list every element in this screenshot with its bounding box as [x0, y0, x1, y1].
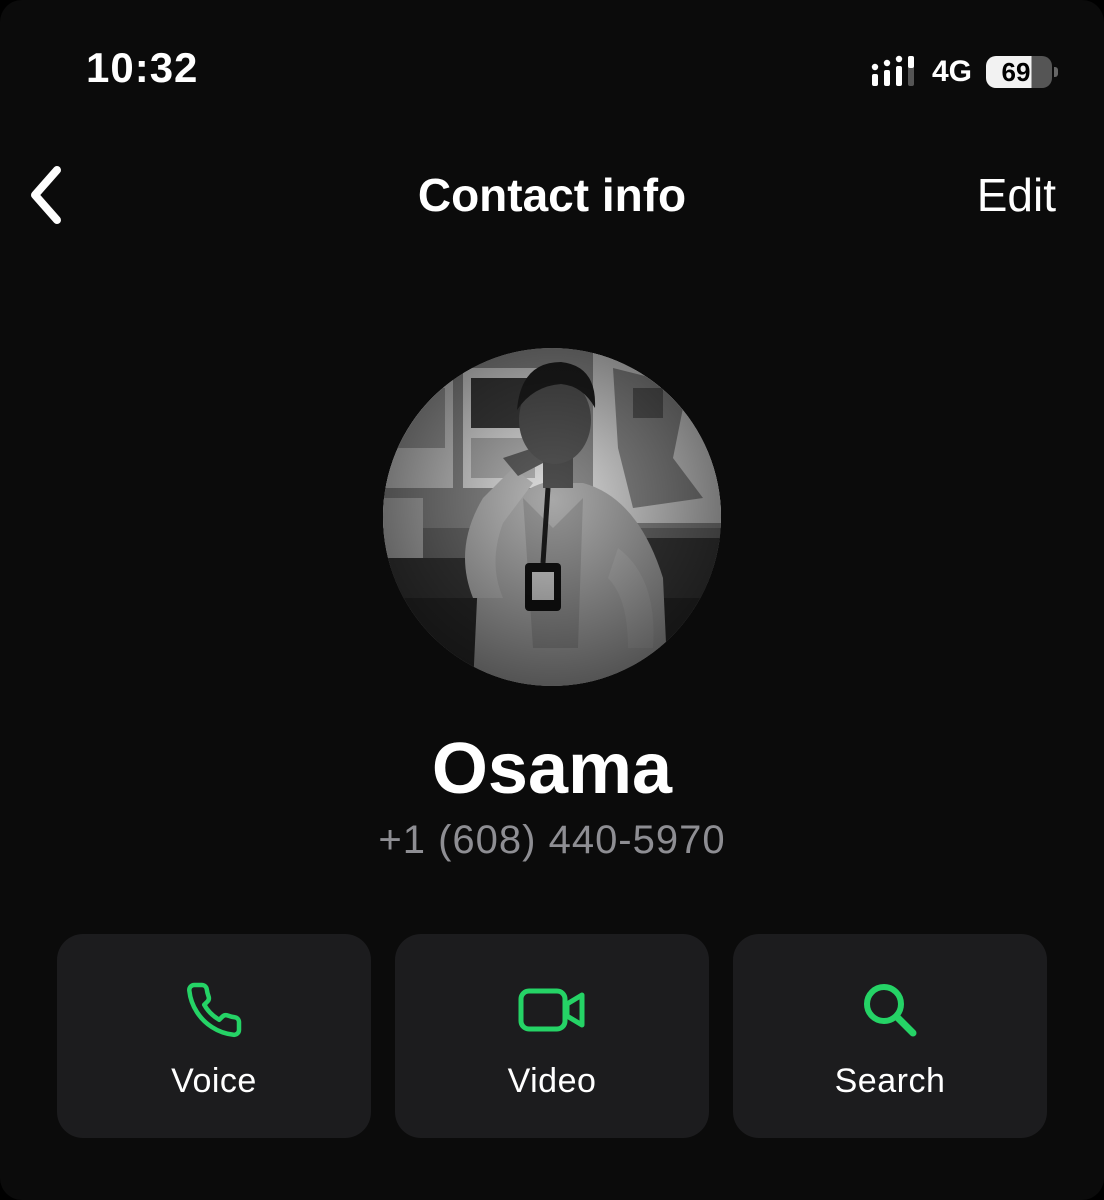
contact-info-screen: 10:32 4G 69 Contact info Edit Osama +1 (…: [0, 0, 1104, 1200]
quick-actions: Voice Video Search: [57, 934, 1047, 1138]
cellular-signal-icon: [871, 55, 914, 86]
edit-button[interactable]: Edit: [977, 168, 1056, 222]
navigation-bar: Contact info Edit: [0, 150, 1104, 240]
page-title: Contact info: [417, 169, 687, 221]
voice-label: Voice: [171, 1062, 257, 1100]
search-button[interactable]: Search: [733, 934, 1047, 1138]
contact-avatar[interactable]: [383, 348, 721, 686]
status-indicators: 4G 69: [870, 52, 1058, 92]
network-type-label: 4G: [931, 55, 972, 88]
contact-name: Osama: [431, 729, 673, 809]
battery-level: 69: [1001, 56, 1031, 87]
video-label: Video: [507, 1062, 597, 1100]
battery-icon: 69: [986, 56, 1058, 88]
voice-call-button[interactable]: Voice: [57, 934, 371, 1138]
contact-phone-number[interactable]: +1 (608) 440-5970: [0, 818, 1104, 863]
search-label: Search: [834, 1062, 946, 1100]
search-icon: [854, 980, 926, 1040]
video-call-button[interactable]: Video: [395, 934, 709, 1138]
phone-icon: [178, 980, 250, 1040]
profile-photo: [383, 348, 721, 686]
status-time: 10:32: [86, 44, 199, 91]
video-camera-icon: [516, 980, 588, 1040]
status-bar: 10:32 4G 69: [0, 0, 1104, 140]
